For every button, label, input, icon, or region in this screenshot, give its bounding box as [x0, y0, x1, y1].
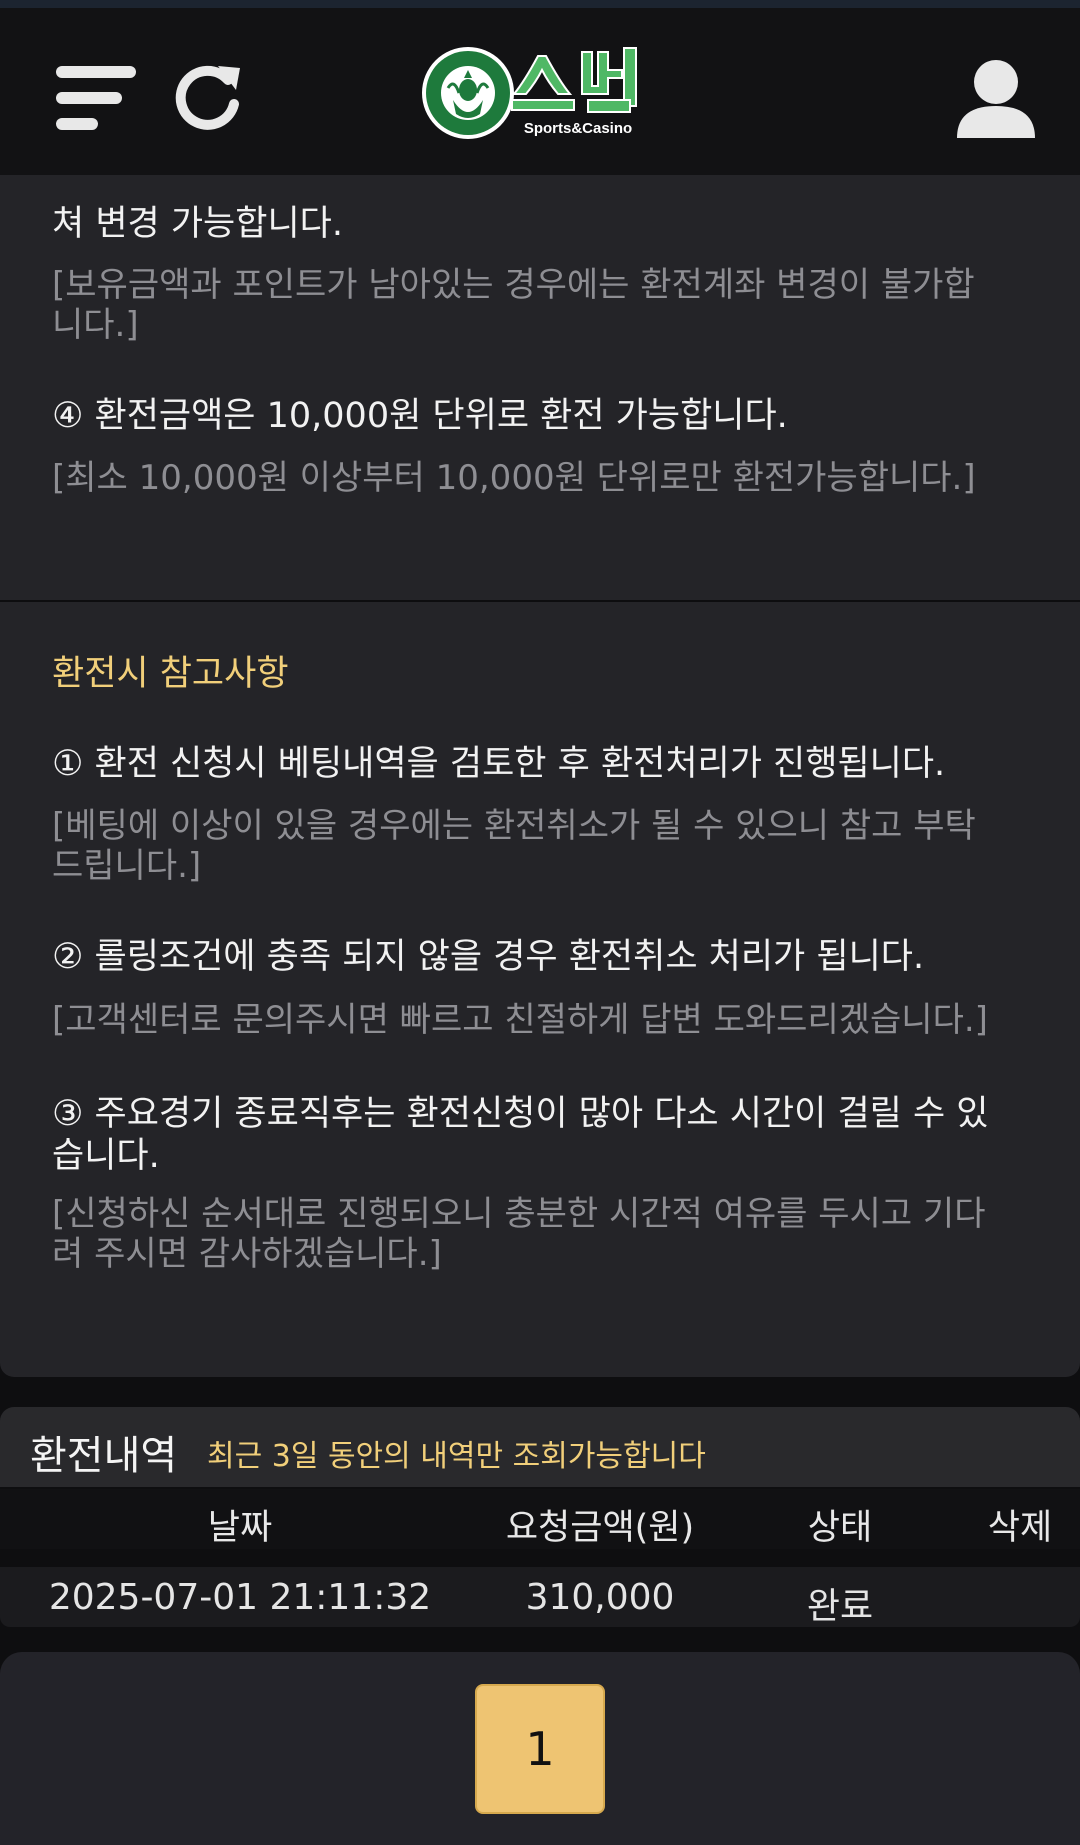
column-header-status: 상태 — [807, 1508, 873, 1548]
reference-item-1-text: ① 환전 신청시 베팅내역을 검토한 후 환전처리가 진행됩니다. — [52, 744, 946, 784]
reference-item-3-detail: [신청하신 순서대로 진행되오니 충분한 시간적 여유를 두시고 기다 — [52, 1194, 986, 1234]
withdraw-page: ③ 환전계좌 변경은 고객센터에 문의해주시면 본인 확인 절차를 거 쳐 변경… — [0, 0, 1080, 1845]
hamburger-menu-icon[interactable] — [56, 58, 140, 138]
column-header-amount: 요청금액(원) — [505, 1508, 695, 1548]
top-navigation-bar: Sports&Casino — [0, 0, 1080, 175]
history-subtitle: 최근 3일 동안의 내역만 조회가능합니다 — [207, 1439, 706, 1474]
table-row: 2025-07-01 21:11:32 310,000 완료 — [0, 1567, 1080, 1627]
reference-item-1-detail-cont: 드립니다.] — [52, 846, 202, 886]
pagination: 1 — [0, 1652, 1080, 1845]
history-header: 환전내역 최근 3일 동안의 내역만 조회가능합니다 — [0, 1407, 1080, 1487]
reference-item-3-text: ③ 주요경기 종료직후는 환전신청이 많아 다소 시간이 걸릴 수 있 — [52, 1094, 989, 1134]
history-table-header: 날짜 요청금액(원) 상태 삭제 — [0, 1489, 1080, 1549]
reference-item-2-text: ② 롤링조건에 충족 되지 않을 경우 환전취소 처리가 됩니다. — [52, 937, 925, 977]
reference-item-1-detail: [베팅에 이상이 있을 경우에는 환전취소가 될 수 있으니 참고 부탁 — [52, 806, 976, 846]
starbucks-emblem-icon: Sports&Casino — [422, 47, 637, 139]
user-account-icon[interactable] — [955, 58, 1037, 140]
notice-item-4-text: ④ 환전금액은 10,000원 단위로 환전 가능합니다. — [52, 396, 788, 436]
withdraw-reference-section: 환전시 참고사항 ① 환전 신청시 베팅내역을 검토한 후 환전처리가 진행됩니… — [0, 602, 1080, 1377]
column-header-delete: 삭제 — [987, 1508, 1053, 1548]
row-date: 2025-07-01 21:11:32 — [48, 1577, 432, 1618]
history-title: 환전내역 — [30, 1433, 178, 1479]
notice-item-3-text-cont: 쳐 변경 가능합니다. — [52, 204, 343, 244]
row-status: 완료 — [806, 1586, 874, 1627]
reference-item-3-text-cont: 습니다. — [52, 1136, 160, 1176]
svg-text:Sports&Casino: Sports&Casino — [524, 120, 632, 137]
notice-item-3-detail-cont: 니다.] — [52, 305, 139, 345]
reference-title: 환전시 참고사항 — [52, 654, 289, 694]
refresh-icon[interactable] — [170, 60, 244, 134]
row-amount: 310,000 — [525, 1577, 675, 1618]
page-button-current[interactable]: 1 — [475, 1684, 605, 1814]
reference-item-2-detail: [고객센터로 문의주시면 빠르고 친절하게 답변 도와드리겠습니다.] — [52, 1000, 988, 1040]
withdraw-notice-section: ③ 환전계좌 변경은 고객센터에 문의해주시면 본인 확인 절차를 거 쳐 변경… — [0, 140, 1080, 600]
notice-item-4-detail: [최소 10,000원 이상부터 10,000원 단위로만 환전가능합니다.] — [52, 458, 976, 498]
reference-item-3-detail-cont: 려 주시면 감사하겠습니다.] — [52, 1234, 442, 1274]
notice-item-3-detail: [보유금액과 포인트가 남아있는 경우에는 환전계좌 변경이 불가합 — [52, 265, 975, 305]
column-header-date: 날짜 — [207, 1508, 273, 1548]
site-logo[interactable]: Sports&Casino — [418, 38, 668, 148]
